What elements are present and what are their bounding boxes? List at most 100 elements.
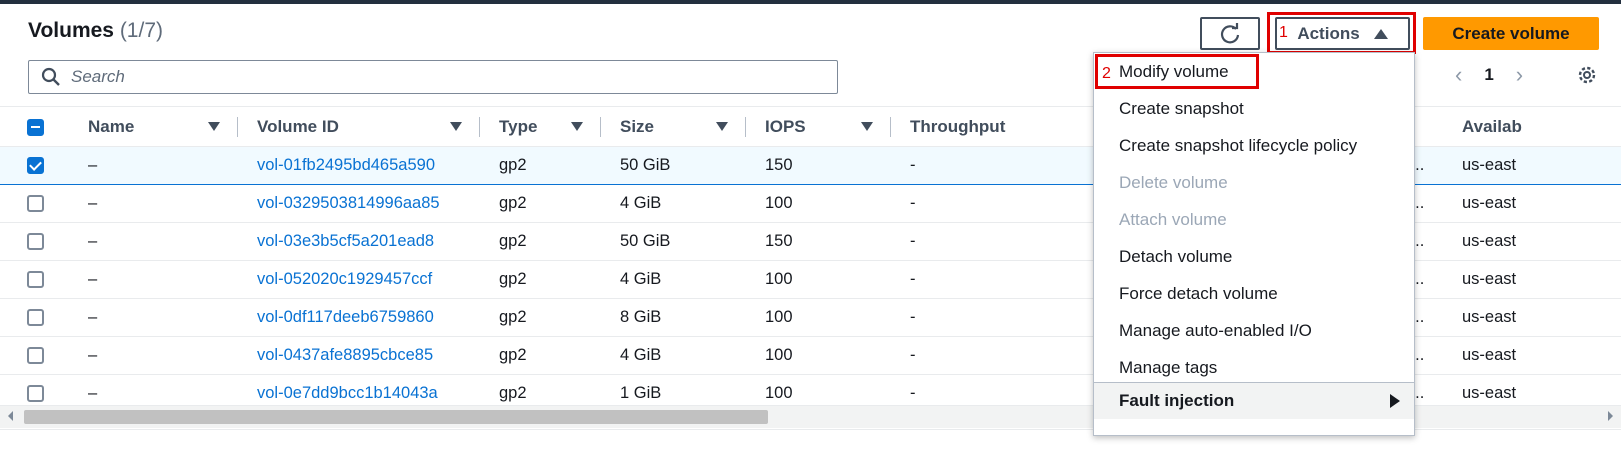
search-input[interactable] [71, 67, 771, 87]
column-header-iops[interactable]: IOPS [746, 106, 891, 147]
search-box[interactable] [28, 60, 838, 94]
selection-count: (1/7) [119, 19, 163, 42]
menu-item-label: Delete volume [1119, 172, 1228, 192]
annotation-number-1: 1 [1279, 24, 1288, 41]
name-cell: – [70, 336, 238, 375]
row-checkbox[interactable] [27, 195, 44, 213]
row-checkbox-cell[interactable] [0, 184, 70, 223]
row-checkbox-cell[interactable] [0, 298, 70, 337]
type-cell: gp2 [480, 222, 601, 261]
row-checkbox[interactable] [27, 347, 44, 365]
type-cell: gp2 [480, 298, 601, 337]
volume-id-link[interactable]: vol-052020c1929457ccf [238, 260, 480, 299]
name-cell: – [70, 222, 238, 261]
volume-id-link[interactable]: vol-01fb2495bd465a590 [238, 146, 480, 185]
actions-dropdown-menu: Modify volume Create snapshot Create snaps… [1093, 52, 1415, 436]
menu-item-manage-auto-enabled-i-o[interactable]: Manage auto-enabled I/O [1094, 312, 1414, 349]
menu-item-detach-volume[interactable]: Detach volume [1094, 238, 1414, 275]
menu-item-label: Detach volume [1119, 246, 1233, 266]
size-cell: 50 GiB [601, 146, 746, 185]
title-text: Volumes [28, 19, 114, 42]
current-page-number[interactable]: 1 [1484, 65, 1493, 85]
submenu-arrow-icon [1390, 394, 1400, 408]
row-checkbox-cell[interactable] [0, 336, 70, 375]
menu-item-force-detach-volume[interactable]: Force detach volume [1094, 275, 1414, 312]
row-checkbox[interactable] [27, 309, 44, 327]
row-checkbox-cell[interactable] [0, 146, 70, 185]
previous-page-icon[interactable]: ‹ [1455, 62, 1462, 88]
size-cell: 4 GiB [601, 260, 746, 299]
scroll-left-icon[interactable] [8, 411, 13, 421]
menu-item-label: Attach volume [1119, 209, 1227, 229]
menu-item-label: Manage tags [1119, 357, 1218, 377]
sort-caret-icon[interactable] [716, 122, 728, 131]
menu-item-attach-volume: Attach volume [1094, 201, 1414, 238]
preferences-button[interactable] [1576, 64, 1598, 91]
row-checkbox[interactable] [27, 385, 44, 403]
availability-zone-cell: us-east [1443, 336, 1621, 375]
column-header-name[interactable]: Name [70, 106, 238, 147]
row-checkbox-cell[interactable] [0, 222, 70, 261]
annotation-number-2: 2 [1102, 65, 1111, 82]
menu-item-manage-tags[interactable]: Manage tags [1094, 349, 1414, 386]
menu-item-create-snapshot[interactable]: Create snapshot [1094, 90, 1414, 127]
iops-cell: 100 [746, 260, 891, 299]
pagination: ‹ 1 › [1455, 62, 1523, 88]
column-header-type[interactable]: Type [480, 106, 601, 147]
row-checkbox[interactable] [27, 271, 44, 289]
availability-zone-cell: us-east [1443, 146, 1621, 185]
volume-id-link[interactable]: vol-0329503814996aa85 [238, 184, 480, 223]
column-header-volume-id[interactable]: Volume ID [238, 106, 480, 147]
volume-id-link[interactable]: vol-03e3b5cf5a201ead8 [238, 222, 480, 261]
sort-caret-icon[interactable] [208, 122, 220, 131]
row-checkbox-cell[interactable] [0, 260, 70, 299]
sort-caret-icon[interactable] [861, 122, 873, 131]
sort-caret-icon[interactable] [571, 122, 583, 131]
menu-item-fault-injection[interactable]: Fault injection [1094, 382, 1414, 419]
iops-cell: 100 [746, 298, 891, 337]
sort-caret-icon[interactable] [450, 122, 462, 131]
volume-id-link[interactable]: vol-0437afe8895cbce85 [238, 336, 480, 375]
menu-item-label: Manage auto-enabled I/O [1119, 320, 1312, 340]
menu-item-label: Force detach volume [1119, 283, 1278, 303]
scrollbar-thumb[interactable] [24, 410, 768, 424]
search-icon [41, 67, 60, 86]
select-all-cell[interactable] [0, 106, 70, 147]
name-cell: – [70, 146, 238, 185]
availability-zone-cell: us-east [1443, 260, 1621, 299]
menu-item-label: Fault injection [1119, 391, 1235, 410]
row-checkbox[interactable] [27, 233, 44, 251]
availability-zone-cell: us-east [1443, 298, 1621, 337]
size-cell: 4 GiB [601, 184, 746, 223]
menu-item-label: Create snapshot lifecycle policy [1119, 135, 1358, 155]
refresh-button[interactable] [1200, 17, 1260, 50]
type-cell: gp2 [480, 336, 601, 375]
refresh-icon [1220, 22, 1240, 43]
menu-item-create-snapshot-lifecycle-policy[interactable]: Create snapshot lifecycle policy [1094, 127, 1414, 164]
page-title: Volumes (1/7) [28, 19, 163, 43]
iops-cell: 100 [746, 336, 891, 375]
size-cell: 50 GiB [601, 222, 746, 261]
type-cell: gp2 [480, 260, 601, 299]
name-cell: – [70, 260, 238, 299]
select-all-checkbox[interactable] [27, 118, 44, 136]
iops-cell: 100 [746, 184, 891, 223]
gear-icon [1578, 66, 1596, 84]
type-cell: gp2 [480, 146, 601, 185]
column-header-availability-zone[interactable]: Availab [1443, 106, 1621, 147]
name-cell: – [70, 184, 238, 223]
type-cell: gp2 [480, 184, 601, 223]
next-page-icon[interactable]: › [1516, 62, 1523, 88]
availability-zone-cell: us-east [1443, 222, 1621, 261]
scroll-right-icon[interactable] [1608, 411, 1613, 421]
menu-item-delete-volume: Delete volume [1094, 164, 1414, 201]
annotation-box-actions [1267, 12, 1416, 54]
column-header-size[interactable]: Size [601, 106, 746, 147]
menu-item-label: Create snapshot [1119, 98, 1244, 118]
volume-id-link[interactable]: vol-0df117deeb6759860 [238, 298, 480, 337]
size-cell: 4 GiB [601, 336, 746, 375]
annotation-box-modify-volume [1095, 54, 1259, 89]
row-checkbox[interactable] [27, 157, 44, 175]
iops-cell: 150 [746, 146, 891, 185]
create-volume-button[interactable]: Create volume [1423, 17, 1599, 50]
